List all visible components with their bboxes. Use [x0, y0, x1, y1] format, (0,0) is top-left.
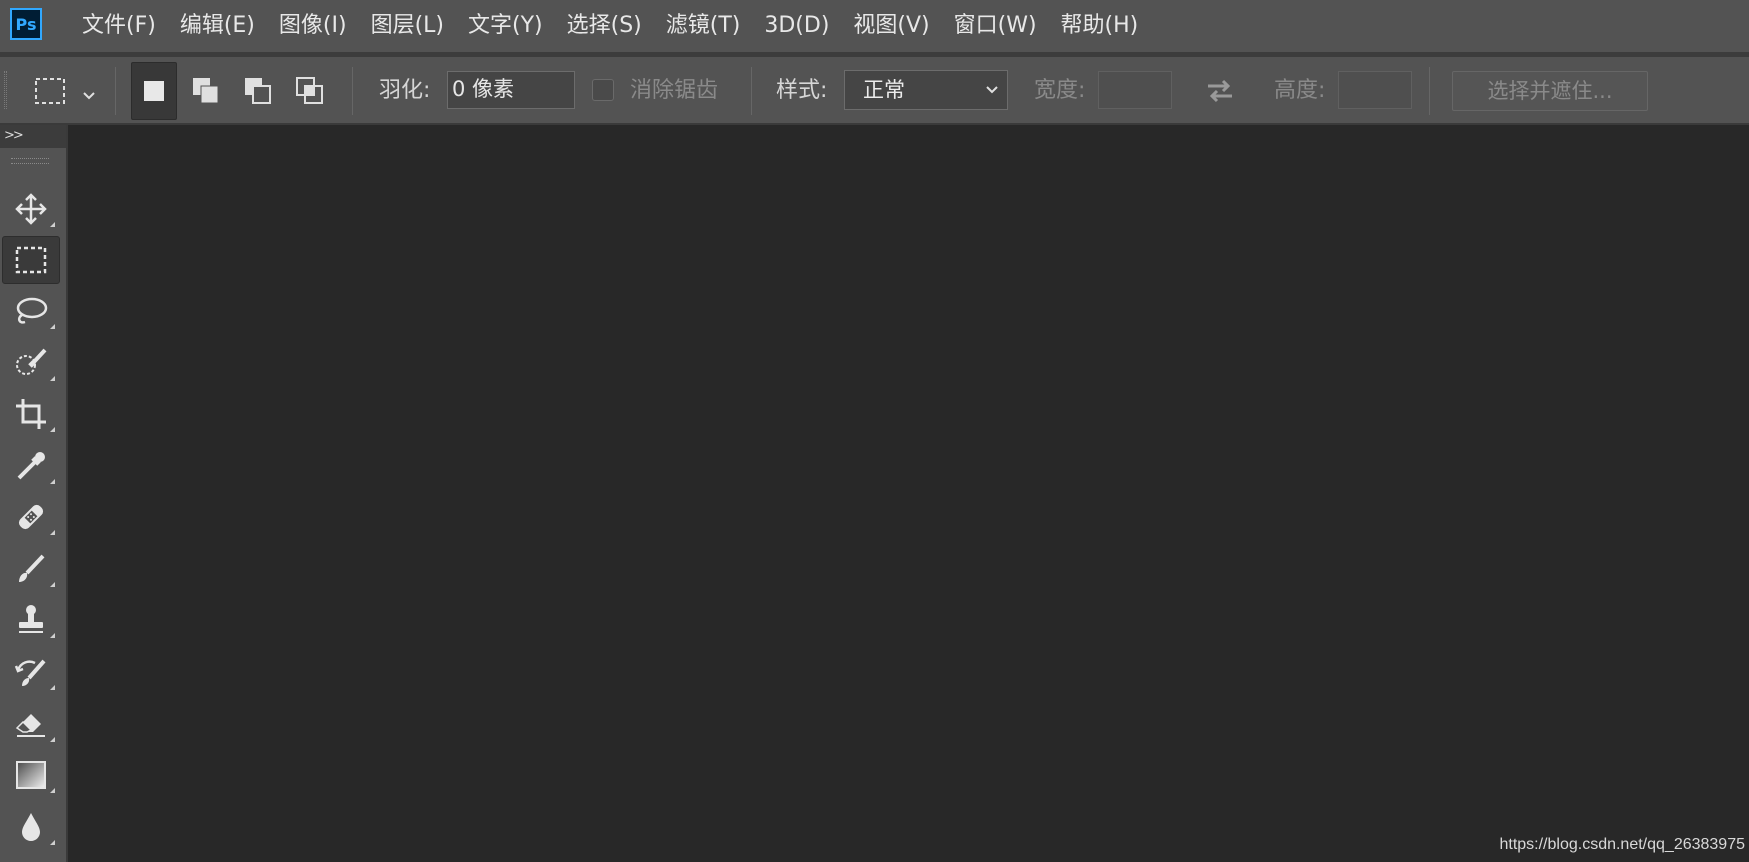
menu-edit[interactable]: 编辑(E) — [168, 0, 267, 52]
new-selection-button[interactable] — [131, 62, 177, 120]
healing-brush-tool[interactable] — [2, 493, 60, 541]
quick-selection-tool[interactable] — [2, 339, 60, 387]
photoshop-logo: Ps — [10, 8, 42, 40]
blur-tool-icon — [22, 813, 40, 841]
tool-flyout-indicator — [50, 737, 55, 742]
select-and-mask-button[interactable]: 选择并遮住... — [1452, 71, 1648, 111]
separator — [352, 67, 353, 115]
eyedropper-tool[interactable] — [2, 442, 60, 490]
eraser-tool-icon — [15, 714, 45, 737]
tool-flyout-indicator — [50, 530, 55, 535]
swap-arrows-icon — [1208, 79, 1232, 103]
tool-flyout-indicator — [50, 376, 55, 381]
blur-tool[interactable] — [2, 803, 60, 851]
tool-flyout-indicator — [50, 324, 55, 329]
tool-flyout-indicator — [50, 479, 55, 484]
lasso-tool[interactable] — [2, 287, 60, 335]
intersect-selection-button[interactable] — [287, 62, 333, 120]
lasso-tool-icon — [16, 297, 48, 324]
crop-tool-icon — [16, 399, 46, 429]
tool-flyout-indicator — [50, 685, 55, 690]
width-label: 宽度: — [1034, 78, 1086, 103]
add-to-selection-icon — [193, 78, 219, 104]
menu-3d[interactable]: 3D(D) — [752, 0, 841, 52]
menu-image[interactable]: 图像(I) — [267, 0, 359, 52]
gradient-tool-icon — [16, 761, 46, 789]
tools-panel-collapse-button[interactable]: >> — [0, 125, 66, 148]
menu-filter[interactable]: 滤镜(T) — [654, 0, 753, 52]
chevron-down-icon — [985, 71, 999, 124]
subtract-from-selection-icon — [245, 78, 271, 104]
tool-flyout-indicator — [50, 427, 55, 432]
new-selection-icon — [144, 81, 164, 101]
watermark-text: https://blog.csdn.net/qq_26383975 — [1499, 836, 1745, 853]
separator — [751, 67, 752, 115]
history-brush-tool[interactable] — [2, 648, 60, 696]
style-select[interactable]: 正常 — [844, 70, 1008, 110]
rect-marquee-icon — [35, 78, 95, 104]
rect-marquee-tool-icon — [15, 246, 47, 274]
move-tool[interactable] — [2, 185, 60, 233]
rect-marquee-tool[interactable] — [2, 236, 60, 284]
menu-select[interactable]: 选择(S) — [555, 0, 654, 52]
clone-stamp-tool-icon — [19, 605, 43, 633]
menu-view[interactable]: 视图(V) — [841, 0, 941, 52]
subtract-from-selection-button[interactable] — [235, 62, 281, 120]
antialias-label: 消除锯齿 — [630, 78, 719, 103]
tool-flyout-indicator — [50, 788, 55, 793]
crop-tool[interactable] — [2, 390, 60, 438]
options-bar: 羽化: 0 像素 消除锯齿 样式: 正常 宽度: 高度: 选择并遮住... — [0, 57, 1749, 125]
feather-input[interactable]: 0 像素 — [447, 71, 575, 109]
swap-width-height-button[interactable] — [1204, 75, 1236, 107]
healing-brush-tool-icon — [18, 504, 44, 530]
width-input[interactable] — [1098, 71, 1172, 109]
add-to-selection-button[interactable] — [183, 62, 229, 120]
style-label: 样式: — [776, 78, 828, 103]
menu-window[interactable]: 窗口(W) — [942, 0, 1049, 52]
brush-tool[interactable] — [2, 545, 60, 593]
brush-tool-icon — [19, 554, 45, 582]
quick-selection-tool-icon — [16, 348, 47, 375]
separator — [115, 67, 116, 115]
options-bar-grip[interactable] — [4, 71, 7, 109]
tool-flyout-indicator — [50, 840, 55, 845]
eraser-tool[interactable] — [2, 700, 60, 748]
height-input[interactable] — [1338, 71, 1412, 109]
menu-layer[interactable]: 图层(L) — [359, 0, 456, 52]
menu-items: 文件(F) 编辑(E) 图像(I) 图层(L) 文字(Y) 选择(S) 滤镜(T… — [70, 0, 1150, 52]
tools-panel-grip[interactable] — [11, 158, 49, 164]
tool-flyout-indicator — [50, 582, 55, 587]
height-label: 高度: — [1274, 78, 1326, 103]
antialias-checkbox[interactable] — [592, 79, 614, 101]
eyedropper-tool-icon — [17, 452, 45, 480]
menu-help[interactable]: 帮助(H) — [1049, 0, 1151, 52]
menu-file[interactable]: 文件(F) — [70, 0, 168, 52]
tools-panel: >> — [0, 125, 68, 862]
document-workspace[interactable]: https://blog.csdn.net/qq_26383975 — [70, 127, 1749, 862]
feather-label: 羽化: — [379, 78, 431, 103]
intersect-selection-icon — [296, 77, 323, 104]
history-brush-tool-icon — [14, 659, 46, 686]
move-tool-icon — [15, 193, 47, 225]
style-select-value: 正常 — [863, 78, 905, 102]
clone-stamp-tool[interactable] — [2, 596, 60, 644]
gradient-tool[interactable] — [2, 751, 60, 799]
tool-flyout-indicator — [50, 633, 55, 638]
tool-flyout-indicator — [50, 222, 55, 227]
menu-bar: Ps 文件(F) 编辑(E) 图像(I) 图层(L) 文字(Y) 选择(S) 滤… — [0, 0, 1749, 52]
menu-type[interactable]: 文字(Y) — [456, 0, 555, 52]
separator — [1429, 67, 1430, 115]
tool-preset-picker[interactable] — [32, 71, 102, 111]
